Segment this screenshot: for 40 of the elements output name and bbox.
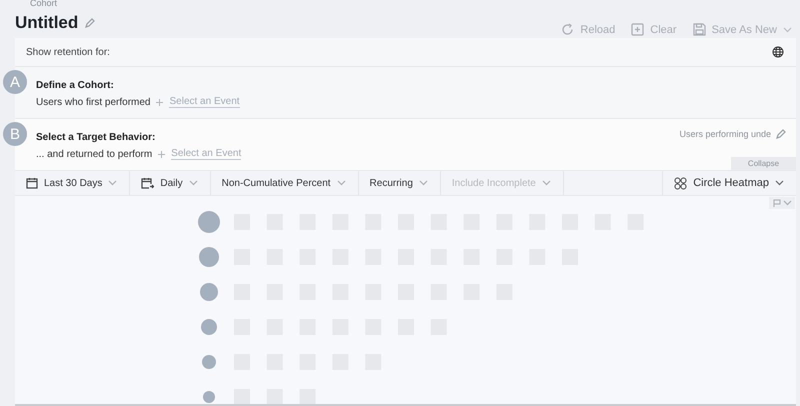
chevron-down-icon xyxy=(775,180,784,186)
toolbar-button[interactable]: Reload xyxy=(561,23,616,36)
step-heading: Define a Cohort: xyxy=(36,80,114,91)
plus-icon xyxy=(158,150,166,158)
report-title: Untitled xyxy=(15,12,78,32)
dropdown-button[interactable]: Last 30 Days xyxy=(15,171,130,195)
chevron-down-icon xyxy=(782,200,792,206)
reload-icon xyxy=(561,23,574,36)
step-description: Users who first performed xyxy=(36,96,150,108)
plus-square-icon xyxy=(631,23,644,36)
step-badge: A xyxy=(3,70,27,94)
toolbar-button[interactable]: Save As New xyxy=(692,23,792,36)
chevron-down-icon xyxy=(542,180,551,186)
behavior-note: Users performing unde xyxy=(679,129,771,139)
retention-label: Show retention for: xyxy=(25,46,110,58)
globe-icon[interactable] xyxy=(772,46,784,58)
chevron-down-icon xyxy=(108,180,118,186)
chevron-down-icon xyxy=(188,180,198,186)
toolbar-button[interactable]: Clear xyxy=(631,23,677,36)
view-dropdown[interactable]: Circle Heatmap xyxy=(662,171,796,195)
calendar-arrow-icon xyxy=(141,177,154,189)
pencil-icon xyxy=(776,129,786,139)
plus-icon xyxy=(156,98,164,106)
select-event-link[interactable]: Select an Event xyxy=(171,148,242,160)
save-icon xyxy=(692,23,706,36)
flag-icon xyxy=(772,199,780,207)
circles-icon xyxy=(674,176,688,190)
step-heading: Select a Target Behavior: xyxy=(36,132,156,143)
select-event-link[interactable]: Select an Event xyxy=(169,96,240,108)
chevron-down-icon xyxy=(418,180,428,186)
pencil-icon xyxy=(85,18,96,28)
dropdown-button[interactable]: Recurring xyxy=(358,171,441,195)
step-badge: B xyxy=(3,122,27,146)
chevron-down-icon xyxy=(783,26,792,32)
collapse-tab[interactable]: Collapse xyxy=(731,157,796,170)
calendar-icon xyxy=(26,177,38,189)
dropdown-button[interactable]: Non-Cumulative Percent xyxy=(210,171,359,195)
chevron-down-icon xyxy=(336,180,346,186)
dropdown-button[interactable]: Daily xyxy=(130,171,211,195)
step-description: ... and returned to perform xyxy=(36,148,152,160)
